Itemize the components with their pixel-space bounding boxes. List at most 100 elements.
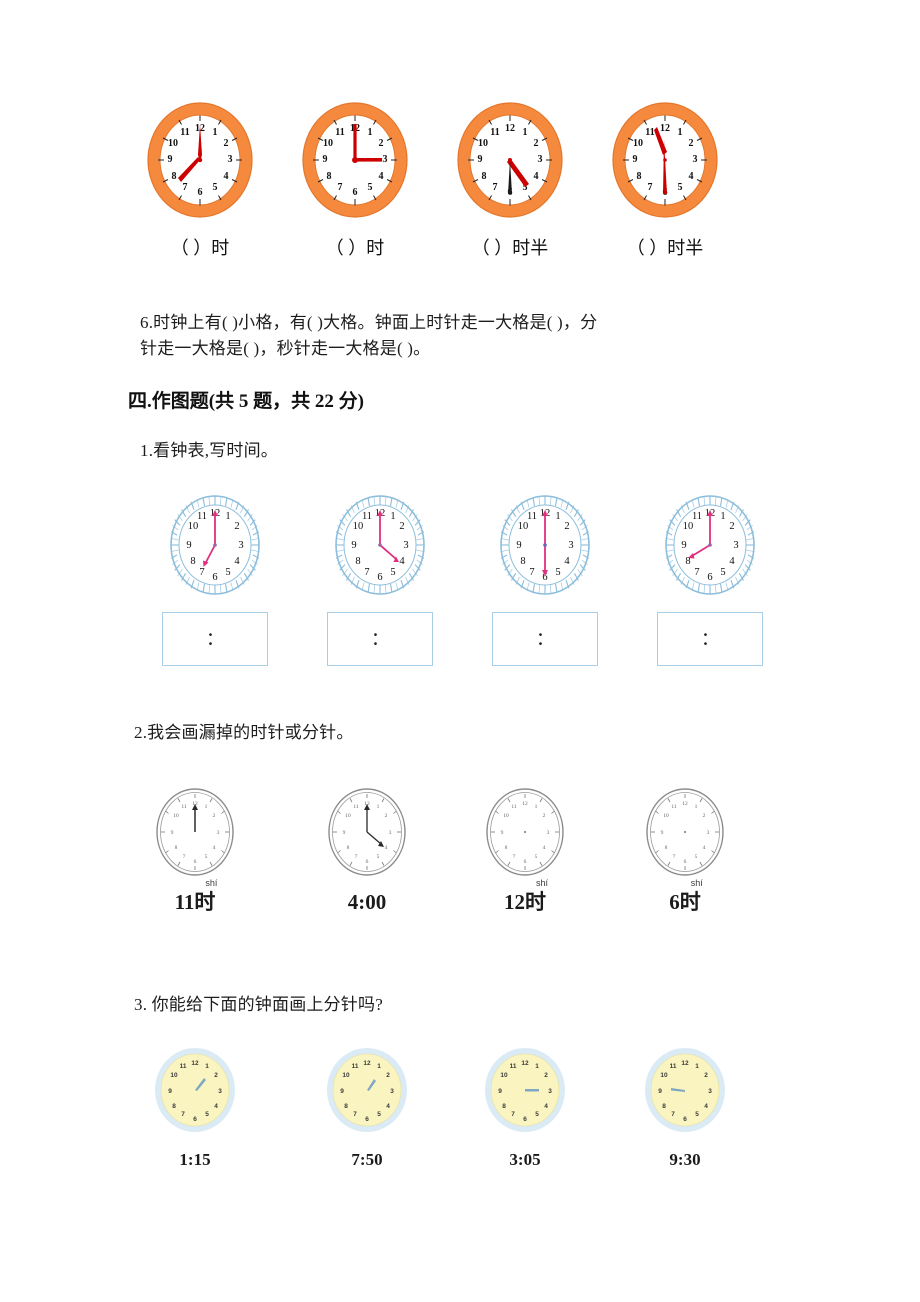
svg-text:4: 4 [213,845,216,851]
svg-text:9: 9 [661,830,664,836]
svg-text:10: 10 [168,138,178,149]
answer-box-3[interactable]: ： [492,612,598,666]
svg-text:9: 9 [186,540,191,551]
svg-text:7: 7 [183,182,188,193]
gray-clock-time-1: 11时 [174,890,216,914]
svg-text:9: 9 [168,154,173,165]
svg-text:4: 4 [234,556,240,567]
svg-text:2: 2 [386,1072,390,1079]
svg-text:10: 10 [173,813,179,819]
svg-text:9: 9 [478,154,483,165]
svg-text:11: 11 [490,127,499,138]
svg-text:7: 7 [353,1111,357,1118]
gray-clock-cell-4: 12 1 2 3 45 6 78 9 10 11 shí 6时 [620,786,750,914]
svg-text:2: 2 [544,1072,548,1079]
answer-box-2[interactable]: ： [327,612,433,666]
svg-text:2: 2 [385,813,388,819]
yellow-clock-cell-4: 12 1 2 3 45 6 78 9 10 11 9:30 [620,1046,750,1170]
orange-clock-cell-2: 1212 345 678 91011 （ ）时 [295,100,415,260]
svg-text:10: 10 [345,813,351,819]
svg-text:5: 5 [368,182,373,193]
svg-text:3: 3 [389,830,392,836]
svg-text:1: 1 [720,511,725,522]
svg-text:3: 3 [403,540,408,551]
svg-text:10: 10 [188,521,199,532]
question-4-1-prompt: 1.看钟表,写时间。 [140,441,278,460]
svg-text:9: 9 [343,830,346,836]
svg-text:7: 7 [511,1111,515,1118]
answer-box-1[interactable]: ： [162,612,268,666]
svg-text:3: 3 [548,1088,552,1095]
svg-text:1: 1 [535,804,538,810]
svg-text:12: 12 [505,123,515,134]
svg-text:3: 3 [538,154,543,165]
svg-text:5: 5 [535,854,538,860]
svg-text:2: 2 [704,1072,708,1079]
gray-clock-time-2: 4:00 [347,890,387,914]
svg-text:8: 8 [665,845,668,851]
gray-clock-cell-1: 1212 345 678 91011 shí 11时 [130,786,260,914]
svg-text:1: 1 [390,511,395,522]
blue-clock-cell-4: 1212 345 678 91011 ： [635,492,785,666]
yellow-clock-cell-2: 12 1 2 3 45 6 78 9 10 11 7:50 [302,1046,432,1170]
answer-box-4[interactable]: ： [657,612,763,666]
question-6: 6.时钟上有( )小格，有( )大格。钟面上时针走一大格是( )，分 针走一大格… [140,310,800,362]
section-4-heading: 四.作图题(共 5 题，共 22 分) [128,391,364,412]
yellow-clock-2: 12 1 2 3 45 6 78 9 10 11 [324,1046,410,1134]
gray-clock-cell-3: 12 1 2 3 45 6 78 9 10 11 shí 12时 [460,786,590,914]
svg-text:4: 4 [224,171,229,182]
svg-text:1: 1 [377,1063,381,1070]
svg-text:4: 4 [534,171,539,182]
svg-text:3: 3 [568,540,573,551]
svg-text:1: 1 [368,127,373,138]
pinyin-shi-1: shí [205,878,218,888]
svg-text:8: 8 [355,556,360,567]
svg-text:9: 9 [498,1088,502,1095]
svg-text:9: 9 [516,540,521,551]
svg-text:6: 6 [684,859,687,865]
svg-text:1: 1 [213,127,218,138]
svg-text:6: 6 [377,572,382,583]
svg-text:7: 7 [183,854,186,860]
svg-text:5: 5 [205,854,208,860]
svg-text:6: 6 [194,859,197,865]
svg-text:8: 8 [172,1103,176,1110]
svg-text:11: 11 [645,127,654,138]
svg-text:11: 11 [511,804,517,810]
svg-text:5: 5 [377,1111,381,1118]
gray-clock-cell-2: 1212 345 678 91011 4:00 [302,786,432,914]
svg-text:11: 11 [671,804,677,810]
gray-clock-label-1: shí 11时 [174,879,218,914]
orange-clock-answer-label-4: （ ）时半 [626,238,704,258]
svg-text:9: 9 [681,540,686,551]
svg-text:3: 3 [228,154,233,165]
svg-text:10: 10 [660,1072,668,1079]
gray-clock-1: 1212 345 678 91011 [153,786,237,878]
svg-text:4: 4 [214,1103,218,1110]
svg-text:5: 5 [213,182,218,193]
yellow-clock-cell-3: 12 1 2 3 45 6 78 9 10 11 3:05 [460,1046,590,1170]
svg-text:11: 11 [180,1063,187,1070]
svg-text:2: 2 [213,813,216,819]
svg-text:7: 7 [181,1111,185,1118]
svg-text:6: 6 [212,572,217,583]
svg-text:9: 9 [171,830,174,836]
svg-text:1: 1 [555,511,560,522]
orange-clock-2: 1212 345 678 91011 [300,100,410,220]
orange-clock-4: 1212 345 678 91011 [610,100,720,220]
svg-text:2: 2 [214,1072,218,1079]
svg-text:10: 10 [170,1072,178,1079]
svg-text:5: 5 [205,1111,209,1118]
gray-clock-2: 1212 345 678 91011 [325,786,409,878]
svg-text:8: 8 [520,556,525,567]
svg-text:10: 10 [683,521,694,532]
blue-clock-cell-1: 1212 345 678 91011 ： [140,492,290,666]
answer-colon-2: ： [371,629,389,649]
svg-text:9: 9 [658,1088,662,1095]
svg-text:12: 12 [682,801,688,807]
orange-clock-answer-label-2: （ ）时 [325,238,385,258]
svg-text:11: 11 [335,127,344,138]
pinyin-shi-4: shí [690,878,703,888]
svg-text:11: 11 [692,511,702,522]
svg-text:8: 8 [662,1103,666,1110]
